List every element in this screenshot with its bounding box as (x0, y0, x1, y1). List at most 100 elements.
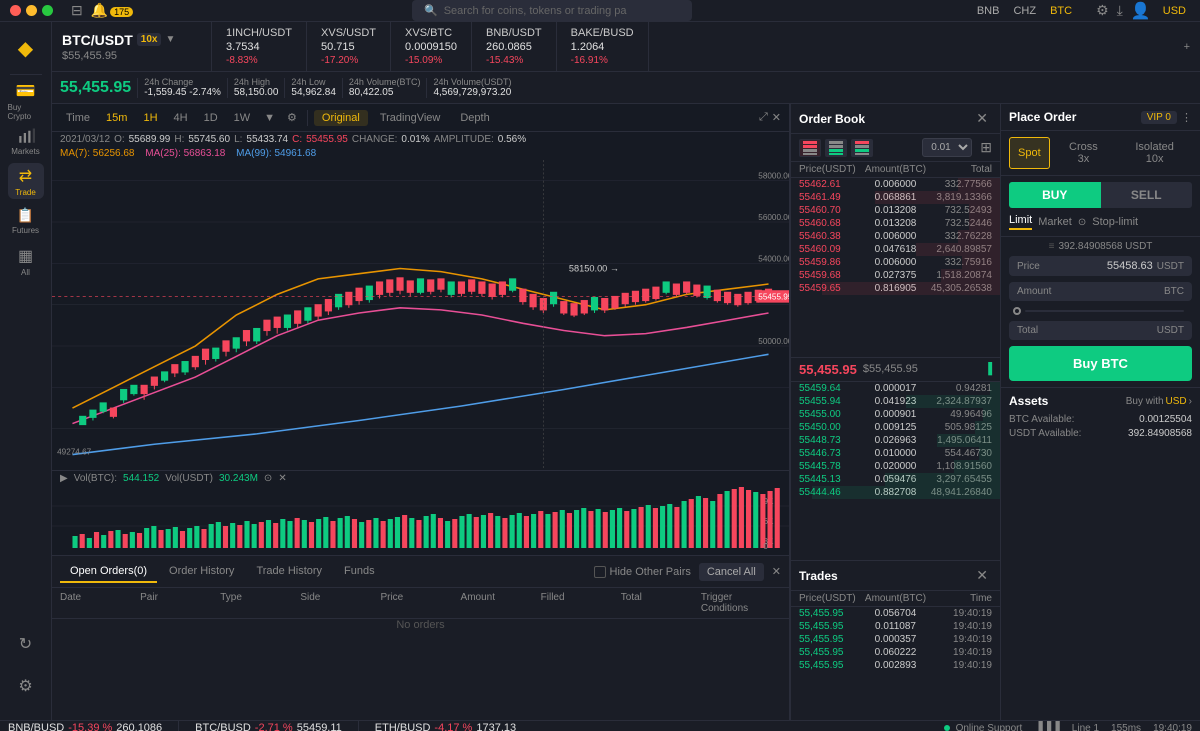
buy-row-6[interactable]: 55445.78 0.020000 1,108.91560 (791, 460, 1000, 473)
bell-icon[interactable]: 🔔175 (91, 2, 133, 19)
trade-row-0[interactable]: 55,455.95 0.056704 19:40:19 (791, 607, 1000, 620)
total-input-row[interactable]: Total USDT (1009, 321, 1192, 340)
close-chart-icon[interactable]: ✕ (772, 111, 781, 124)
settings-chart-icon[interactable]: ⚙ (283, 111, 301, 124)
buy-row-4[interactable]: 55448.73 0.026963 1,495.06411 (791, 434, 1000, 447)
funds-tab[interactable]: Funds (334, 561, 385, 583)
settings-sidebar-icon[interactable]: ⚙ (8, 668, 44, 704)
trade-row-2[interactable]: 55,455.95 0.000357 19:40:19 (791, 633, 1000, 646)
settings-icon[interactable]: ⚙ (1096, 2, 1109, 19)
order-book-close-btn[interactable]: ✕ (972, 110, 992, 127)
buy-row-2[interactable]: 55455.00 0.000901 49.96496 (791, 408, 1000, 421)
download-icon[interactable]: ⤓ (1117, 2, 1123, 19)
ob-view-buys[interactable] (825, 139, 847, 157)
amount-input-row[interactable]: Amount BTC (1009, 282, 1192, 301)
price-input-row[interactable]: Price 55458.63 USDT (1009, 256, 1192, 276)
minimize-window-btn[interactable] (26, 5, 37, 16)
hide-pairs-checkbox[interactable] (594, 566, 606, 578)
buy-tab[interactable]: BUY (1009, 182, 1101, 208)
sidebar-item-buy-crypto[interactable]: 💳 Buy Crypto (8, 83, 44, 119)
buy-row-8[interactable]: 55444.46 0.882708 48,941.26840 (791, 486, 1000, 499)
current-pair[interactable]: BTC/USDT 10x ▼ $55,455.95 (52, 22, 212, 71)
vol-settings-icon[interactable]: ⊙ (264, 473, 272, 484)
ticker-item-1[interactable]: XVS/USDT 50.715 -17.20% (307, 22, 391, 72)
sidebar-item-markets[interactable]: Markets (8, 123, 44, 159)
buy-with[interactable]: Buy with USD › (1126, 396, 1192, 407)
4h-btn[interactable]: 4H (168, 110, 194, 126)
ob-view-sells[interactable] (799, 139, 821, 157)
buy-row-5[interactable]: 55446.73 0.010000 554.46730 (791, 447, 1000, 460)
ticker-item-4[interactable]: BAKE/BUSD 1.2064 -16.91% (557, 22, 649, 72)
buy-row-3[interactable]: 55450.00 0.009125 505.98125 (791, 421, 1000, 434)
close-window-btn[interactable] (10, 5, 21, 16)
bottom-ticker-0[interactable]: BNB/BUSD -15.39 % 260.1086 (8, 722, 162, 731)
chz-token[interactable]: CHZ (1009, 3, 1040, 19)
expand-vol-icon[interactable]: ▶ (60, 473, 68, 484)
sidebar-item-futures[interactable]: 📋 Futures (8, 203, 44, 239)
buy-btc-btn[interactable]: Buy BTC (1009, 346, 1192, 381)
1h-btn[interactable]: 1H (137, 110, 163, 126)
spot-btn[interactable]: Spot (1009, 137, 1050, 169)
slider-handle[interactable] (1013, 307, 1021, 315)
dropdown-icon[interactable]: ▼ (165, 34, 175, 45)
sell-tab[interactable]: SELL (1101, 182, 1193, 208)
maximize-window-btn[interactable] (42, 5, 53, 16)
user-icon[interactable]: 👤 (1131, 1, 1151, 21)
stop-limit-btn[interactable]: Stop-limit (1092, 216, 1138, 228)
trades-close-btn[interactable]: ✕ (972, 567, 992, 584)
sell-row-6[interactable]: 55459.86 0.006000 332.75916 (791, 256, 1000, 269)
sell-row-5[interactable]: 55460.09 0.047618 2,640.89857 (791, 243, 1000, 256)
15m-btn[interactable]: 15m (100, 110, 133, 126)
buy-row-7[interactable]: 55445.13 0.059476 3,297.65455 (791, 473, 1000, 486)
layout-icon[interactable]: ⊟ (71, 2, 83, 19)
sell-row-0[interactable]: 55462.61 0.006000 332.77566 (791, 178, 1000, 191)
sell-row-2[interactable]: 55460.70 0.013208 732.52493 (791, 204, 1000, 217)
1d-btn[interactable]: 1D (198, 110, 224, 126)
sell-row-1[interactable]: 55461.49 0.068861 3,819.13366 (791, 191, 1000, 204)
open-orders-tab[interactable]: Open Orders(0) (60, 561, 157, 583)
bottom-ticker-2[interactable]: ETH/BUSD -4.17 % 1737.13 (375, 722, 516, 731)
limit-btn[interactable]: Limit (1009, 214, 1032, 230)
buy-row-1[interactable]: 55455.94 0.041923 2,324.87937 (791, 395, 1000, 408)
search-container[interactable]: 🔍 Search for coins, tokens or trading pa (412, 0, 692, 21)
sell-row-8[interactable]: 55459.65 0.816905 45,305.26538 (791, 282, 1000, 295)
ob-precision-select[interactable]: 0.01 0.1 1 (922, 138, 972, 157)
ob-settings-icon[interactable]: ⊞ (980, 139, 992, 156)
1w-btn[interactable]: 1W (228, 110, 257, 126)
trade-row-4[interactable]: 55,455.95 0.002893 19:40:19 (791, 659, 1000, 672)
usd-selector[interactable]: USD (1159, 3, 1190, 19)
bnb-token[interactable]: BNB (973, 3, 1004, 19)
vol-close-icon[interactable]: ✕ (278, 473, 286, 484)
ticker-item-3[interactable]: BNB/USDT 260.0865 -15.43% (472, 22, 557, 72)
trade-row-3[interactable]: 55,455.95 0.060222 19:40:19 (791, 646, 1000, 659)
bottom-ticker-1[interactable]: BTC/BUSD -2.71 % 55459.11 (195, 722, 342, 731)
tradingview-btn[interactable]: TradingView (372, 110, 449, 126)
sell-row-4[interactable]: 55460.38 0.006000 332.76228 (791, 230, 1000, 243)
cross3x-btn[interactable]: Cross 3x (1054, 137, 1114, 169)
original-view-btn[interactable]: Original (314, 110, 368, 126)
trade-row-1[interactable]: 55,455.95 0.011087 19:40:19 (791, 620, 1000, 633)
add-pair-btn[interactable]: + (1174, 41, 1200, 53)
btc-token[interactable]: BTC (1046, 3, 1076, 19)
slider-track[interactable] (1025, 310, 1184, 312)
time-btn[interactable]: Time (60, 110, 96, 126)
refresh-icon[interactable]: ↻ (8, 626, 44, 662)
order-history-tab[interactable]: Order History (159, 561, 244, 583)
po-more-icon[interactable]: ⋮ (1181, 111, 1192, 124)
ticker-item-0[interactable]: 1INCH/USDT 3.7534 -8.83% (212, 22, 307, 72)
cancel-all-btn[interactable]: Cancel All (699, 563, 764, 581)
isolated10x-btn[interactable]: Isolated 10x (1117, 137, 1192, 169)
market-btn[interactable]: Market (1038, 216, 1072, 228)
buy-row-0[interactable]: 55459.64 0.000017 0.94281 (791, 382, 1000, 395)
binance-logo[interactable]: ◆ (8, 30, 44, 66)
close-orders-icon[interactable]: ✕ (772, 565, 781, 578)
trade-history-tab[interactable]: Trade History (246, 561, 332, 583)
ob-view-both[interactable] (851, 139, 873, 157)
sell-row-3[interactable]: 55460.68 0.013208 732.52446 (791, 217, 1000, 230)
sidebar-item-trade[interactable]: ⇄ Trade (8, 163, 44, 199)
ticker-item-2[interactable]: XVS/BTC 0.0009150 -15.09% (391, 22, 472, 72)
sell-row-7[interactable]: 55459.68 0.027375 1,518.20874 (791, 269, 1000, 282)
depth-btn[interactable]: Depth (452, 110, 497, 126)
sidebar-item-all[interactable]: ▦ All (8, 243, 44, 279)
expand-icon[interactable]: ⤢ (759, 111, 768, 124)
